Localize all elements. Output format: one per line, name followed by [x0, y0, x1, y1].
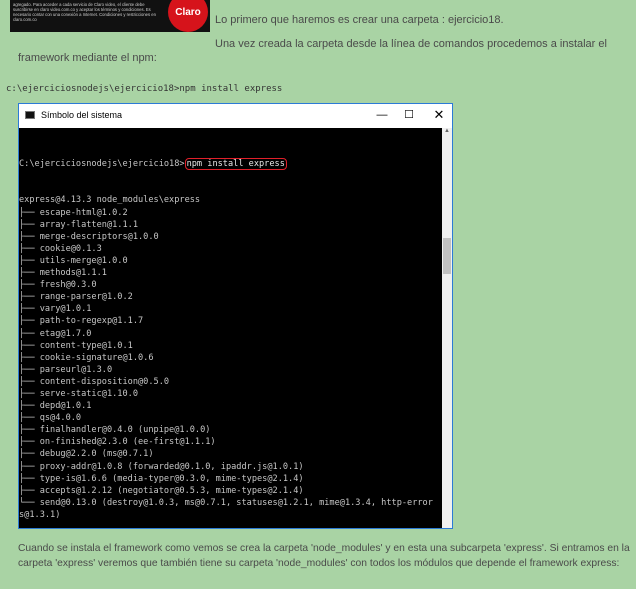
console-line: ├── accepts@1.2.12 (negotiator@0.5.3, mi…	[19, 485, 304, 496]
advertisement-banner[interactable]: agregado. Para acceder a cada servicio d…	[10, 0, 210, 32]
ad-text: agregado. Para acceder a cada servicio d…	[13, 2, 156, 22]
command-prompt-window: Símbolo del sistema — ☐ ✕ C:\ejerciciosn…	[18, 103, 453, 529]
console-line: ├── cookie-signature@1.0.6	[19, 352, 154, 363]
window-titlebar[interactable]: Símbolo del sistema — ☐ ✕	[19, 104, 452, 128]
console-line: ├── depd@1.0.1	[19, 401, 92, 412]
scroll-up-arrow-icon[interactable]: ▲	[442, 128, 452, 138]
console-line: ├── type-is@1.6.6 (media-typer@0.3.0, mi…	[19, 473, 304, 484]
article-paragraph-2: Una vez creada la carpeta desde la línea…	[215, 38, 607, 50]
console-line: ├── qs@4.0.0	[19, 413, 82, 424]
console-line: ├── array-flatten@1.1.1	[19, 219, 138, 230]
article-paragraph-1: Lo primero que haremos es crear una carp…	[215, 14, 504, 26]
console-lines: express@4.13.3 node_modules\express ├── e…	[19, 194, 443, 526]
console-line: ├── etag@1.7.0	[19, 328, 92, 339]
console-line: ├── parseurl@1.3.0	[19, 364, 113, 375]
console-app-icon	[25, 111, 35, 119]
console-line: ├── proxy-addr@1.0.8 (forwarded@0.1.0, i…	[19, 461, 304, 472]
console-output[interactable]: C:\ejerciciosnodejs\ejercicio18> npm inst…	[19, 134, 443, 526]
console-line: ├── fresh@0.3.0	[19, 280, 97, 291]
console-line: ├── range-parser@1.0.2	[19, 292, 133, 303]
close-button[interactable]: ✕	[429, 107, 449, 123]
article-paragraph-3: framework mediante el npm:	[18, 52, 157, 64]
console-line: ├── serve-static@1.10.0	[19, 388, 138, 399]
console-line: ├── debug@2.2.0 (ms@0.7.1)	[19, 449, 154, 460]
console-line: ├── methods@1.1.1	[19, 268, 107, 279]
console-line: ├── vary@1.0.1	[19, 304, 92, 315]
scrollbar-thumb[interactable]	[443, 238, 451, 274]
console-line: └── send@0.13.0 (destroy@1.0.3, ms@0.7.1…	[19, 497, 433, 508]
vertical-scrollbar[interactable]: ▲	[442, 128, 452, 528]
console-line: ├── utils-merge@1.0.0	[19, 255, 128, 266]
console-line: ├── finalhandler@0.4.0 (unpipe@1.0.0)	[19, 425, 211, 436]
console-line: ├── escape-html@1.0.2	[19, 207, 128, 218]
console-line: ├── cookie@0.1.3	[19, 243, 102, 254]
claro-logo: Claro	[168, 0, 208, 32]
article-paragraph-4: Cuando se instala el framework como vemo…	[18, 543, 630, 569]
console-line: ├── merge-descriptors@1.0.0	[19, 231, 159, 242]
console-line: s@1.3.1)	[19, 509, 61, 520]
console-command-line: C:\ejerciciosnodejs\ejercicio18> npm inst…	[19, 158, 443, 171]
command-snippet: c:\ejerciciosnodejs\ejercicio18>npm inst…	[6, 84, 283, 94]
highlighted-command: npm install express	[184, 158, 287, 171]
console-line: express@4.13.3 node_modules\express	[19, 195, 201, 206]
console-line: ├── content-type@1.0.1	[19, 340, 133, 351]
console-line: ├── path-to-regexp@1.1.7	[19, 316, 144, 327]
console-prompt: C:\ejerciciosnodejs\ejercicio18>	[19, 159, 185, 170]
console-line: ├── content-disposition@0.5.0	[19, 376, 170, 387]
minimize-button[interactable]: —	[372, 107, 392, 123]
window-title: Símbolo del sistema	[41, 110, 123, 120]
console-line: ├── on-finished@2.3.0 (ee-first@1.1.1)	[19, 437, 216, 448]
maximize-button[interactable]: ☐	[399, 107, 419, 123]
